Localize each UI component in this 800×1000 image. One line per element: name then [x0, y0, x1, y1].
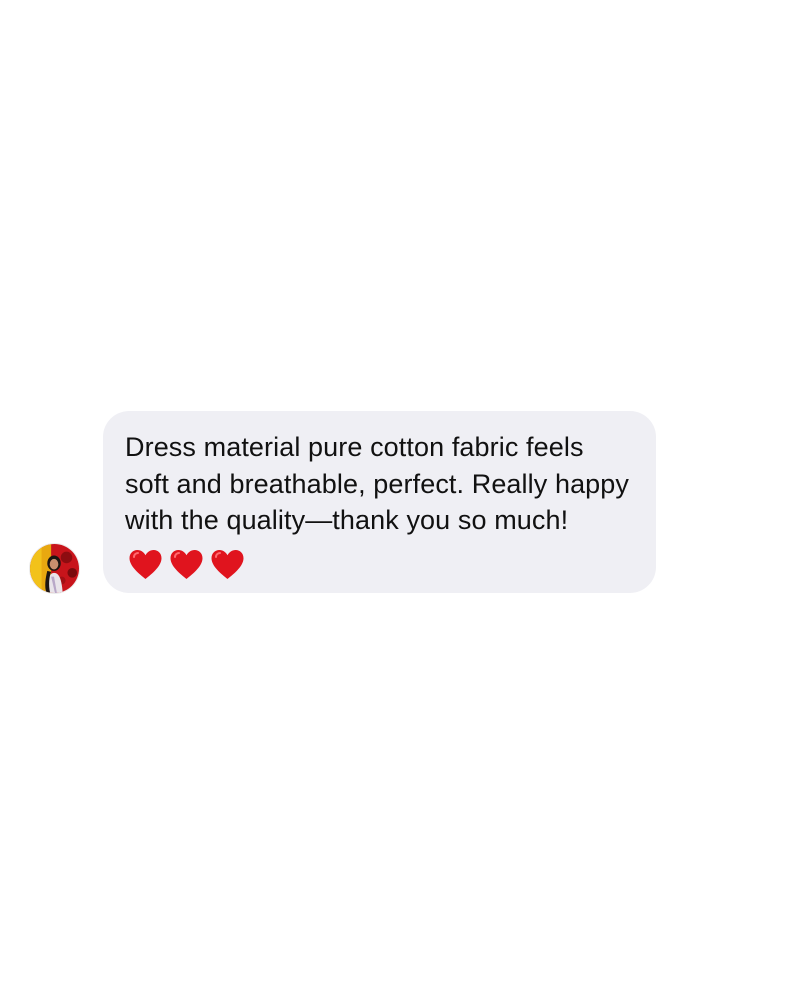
message-bubble[interactable]: Dress material pure cotton fabric feels …	[103, 411, 656, 593]
heart-icon	[127, 548, 164, 581]
heart-emoji-group	[127, 545, 250, 582]
message-text: Dress material pure cotton fabric feels …	[125, 429, 634, 581]
avatar-photo-icon	[30, 544, 79, 593]
message-body: Dress material pure cotton fabric feels …	[125, 432, 630, 535]
sender-avatar[interactable]	[29, 543, 80, 594]
heart-icon	[209, 548, 246, 581]
heart-icon	[168, 548, 205, 581]
chat-screen: Dress material pure cotton fabric feels …	[0, 0, 800, 1000]
incoming-message-row: Dress material pure cotton fabric feels …	[0, 0, 800, 1000]
